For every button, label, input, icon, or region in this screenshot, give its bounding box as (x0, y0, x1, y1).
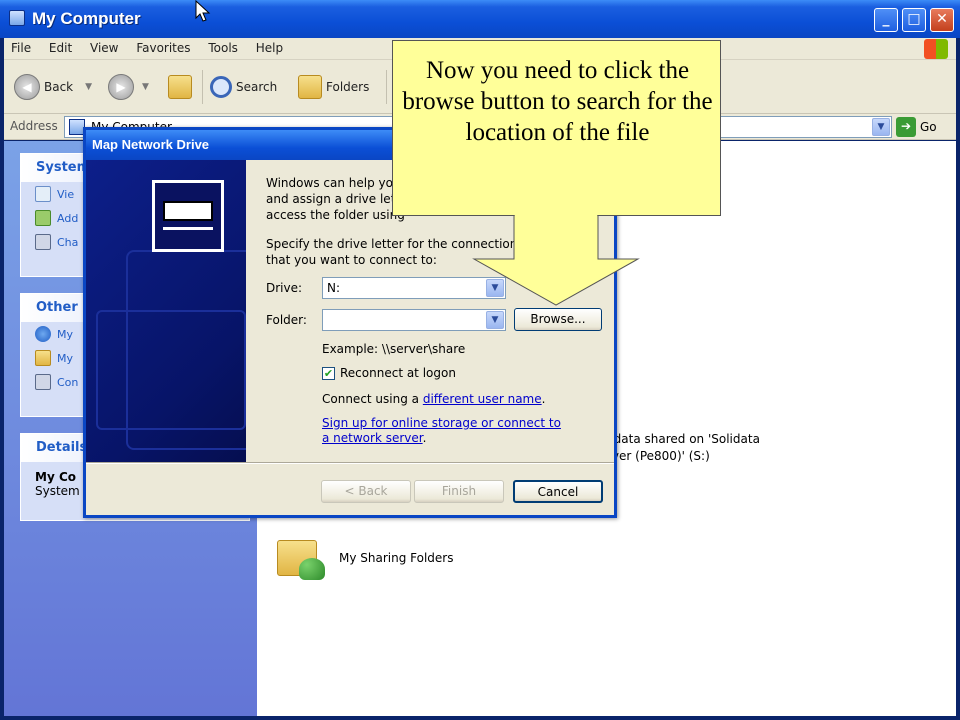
network-drive-icon (152, 180, 224, 252)
connect-using-text: Connect using a different user name. (322, 392, 545, 406)
search-button[interactable]: Search (210, 72, 277, 102)
go-button[interactable]: ➔ Go (896, 117, 937, 137)
go-arrow-icon: ➔ (896, 117, 916, 137)
menu-tools[interactable]: Tools (201, 38, 245, 58)
instruction-callout: Now you need to click the browse button … (392, 40, 721, 216)
sharing-folders-label: My Sharing Folders (339, 551, 454, 565)
connect-suffix: . (541, 392, 546, 406)
menu-file[interactable]: File (4, 38, 38, 58)
forward-button[interactable]: ▶ ▼ (108, 72, 149, 102)
intro-line: Windows can help you (266, 176, 401, 190)
callout-arrow (472, 215, 640, 306)
back-wizard-button[interactable]: < Back (321, 480, 411, 503)
up-button[interactable] (168, 72, 192, 102)
menu-edit[interactable]: Edit (42, 38, 79, 58)
forward-arrow-icon: ▶ (108, 74, 134, 100)
network-icon (35, 326, 51, 342)
search-label: Search (236, 80, 278, 94)
signup-suffix: . (422, 431, 427, 445)
drive-value: N: (327, 281, 341, 295)
search-icon (210, 76, 232, 98)
drive-label: Drive: (266, 281, 303, 295)
close-button[interactable]: ✕ (930, 8, 954, 32)
dialog-title: Map Network Drive (92, 137, 210, 152)
callout-text: Now you need to click the browse button … (402, 57, 713, 146)
mouse-cursor-icon (195, 0, 211, 22)
folders-label: Folders (326, 80, 370, 94)
reconnect-checkbox[interactable]: ✔ (322, 366, 335, 380)
title-bar[interactable]: My Computer _ □ ✕ (0, 0, 960, 38)
address-label: Address (10, 119, 58, 133)
documents-icon (35, 350, 51, 366)
task-label: Vie (57, 187, 75, 201)
maximize-button[interactable]: □ (902, 8, 926, 32)
reconnect-label: Reconnect at logon (340, 366, 456, 380)
signup-link[interactable]: Sign up for online storage or connect to… (322, 416, 561, 445)
menu-favorites[interactable]: Favorites (129, 38, 197, 58)
network-drive-label-1: lidata shared on 'Solidata (607, 432, 760, 446)
reconnect-row: ✔ Reconnect at logon (322, 366, 456, 380)
place-label: My (57, 351, 74, 365)
finish-button[interactable]: Finish (414, 480, 504, 503)
back-arrow-icon: ◀ (14, 74, 40, 100)
menu-help[interactable]: Help (249, 38, 290, 58)
intro-line: access the folder using (266, 208, 405, 222)
window-title: My Computer (32, 9, 141, 28)
example-text: Example: \\server\share (322, 342, 466, 356)
toolbar-separator (386, 70, 387, 104)
network-drive-label-2: rver (Pe800)' (S:) (607, 449, 710, 463)
spec-line: that you want to connect to: (266, 253, 437, 267)
minimize-button[interactable]: _ (874, 8, 898, 32)
task-label: Add (57, 211, 79, 225)
toolbar-separator (202, 70, 203, 104)
different-user-link[interactable]: different user name (423, 392, 542, 406)
chevron-down-icon: ▼ (85, 82, 93, 92)
browse-button[interactable]: Browse... (514, 308, 602, 331)
programs-icon (35, 210, 51, 226)
signup-text: Sign up for online storage or connect to… (322, 416, 572, 446)
place-label: My (57, 327, 74, 341)
intro-line: and assign a drive lett (266, 192, 401, 206)
dialog-separator (86, 462, 614, 464)
network-drive-item[interactable]: lidata shared on 'Solidata rver (Pe800)'… (607, 431, 760, 465)
folder-up-icon (168, 75, 192, 99)
sharing-folders-item[interactable]: My Sharing Folders (277, 536, 454, 580)
folders-button[interactable]: Folders (298, 72, 369, 102)
back-label: Back (44, 80, 74, 94)
checklist-icon (35, 186, 51, 202)
shared-folder-icon (277, 536, 325, 580)
connect-prefix: Connect using a (322, 392, 423, 406)
folders-icon (298, 75, 322, 99)
back-button[interactable]: ◀ Back ▼ (14, 72, 92, 102)
place-label: Con (57, 375, 79, 389)
windows-logo-icon (924, 39, 948, 59)
chevron-down-icon[interactable]: ▼ (486, 310, 504, 329)
cancel-button[interactable]: Cancel (513, 480, 603, 503)
main-window: My Computer _ □ ✕ File Edit View Favorit… (0, 0, 960, 720)
control-panel-icon (35, 234, 51, 250)
chevron-down-icon[interactable]: ▼ (872, 118, 890, 136)
folder-row: Folder: ▼ Browse... (266, 308, 602, 331)
dialog-illustration (86, 160, 246, 462)
control-panel-icon (35, 374, 51, 390)
menu-view[interactable]: View (83, 38, 125, 58)
chevron-down-icon: ▼ (142, 82, 149, 92)
task-label: Cha (57, 235, 79, 249)
folder-input[interactable]: ▼ (322, 308, 506, 331)
folder-label: Folder: (266, 312, 307, 327)
go-label: Go (920, 120, 937, 134)
my-computer-icon (9, 10, 25, 26)
